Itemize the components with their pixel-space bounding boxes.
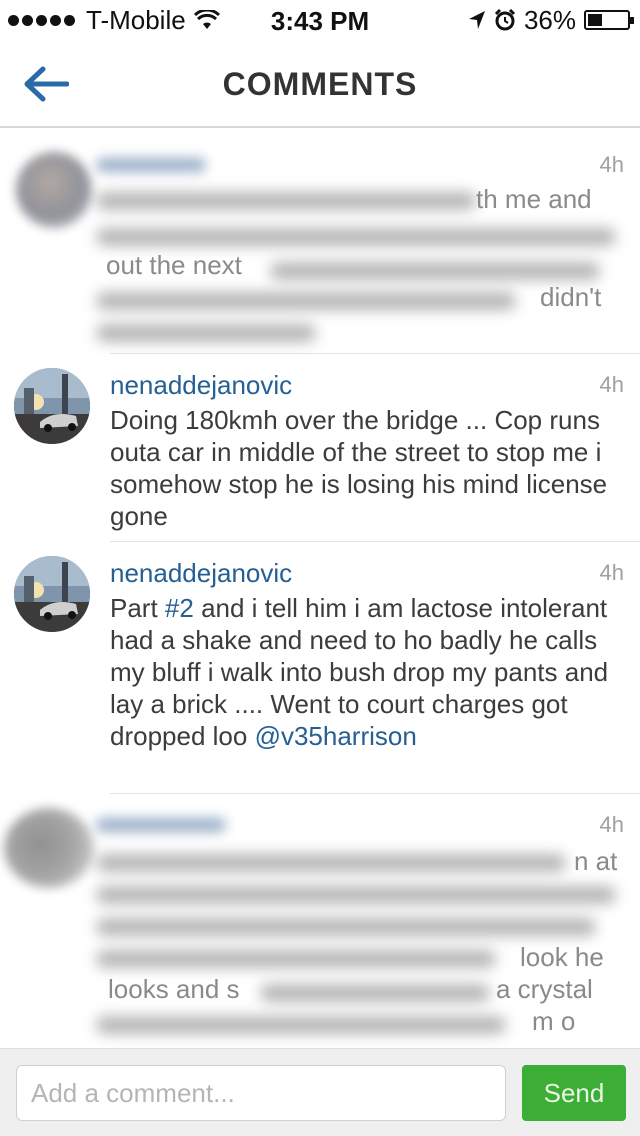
avatar[interactable] [4,808,94,888]
blurred-text-line [270,262,600,280]
battery-percent: 36% [523,4,576,35]
blurred-text-line [96,854,566,872]
comment-time: 4h [599,372,624,397]
mention-link[interactable]: @v35harrison [255,721,417,751]
send-button[interactable]: Send [522,1065,626,1121]
comment-time: 4h [599,812,624,837]
alarm-clock-icon [494,9,516,31]
blurred-text-line [96,324,316,342]
comment-username[interactable]: nenaddejanovic [110,558,292,589]
comment-text-fragment: didn't [540,282,602,312]
avatar-photo [14,368,90,444]
comment-text: Doing 180kmh over the bridge ... Cop run… [110,405,608,531]
battery-icon [584,10,634,30]
comment-input-bar: Send [0,1048,640,1136]
avatar[interactable] [14,368,90,444]
blurred-text-line [96,292,516,310]
comment-text: Part #2 and i tell him i am lactose into… [110,592,622,752]
status-bar: T-Mobile 3:43 PM 36% [0,0,640,40]
comment-text-fragment: n at [574,846,618,876]
comment-text-fragment: look he [520,942,604,972]
comment-text-fragment: looks and s [108,974,240,1004]
avatar[interactable] [14,556,90,632]
comment-item: nenaddejanovic 4h Part #2 and i tell him… [0,542,640,794]
username-blurred [96,818,226,832]
comment-time: 4h [599,560,624,585]
comment-item: 4h th me and out the next didn't [0,140,640,354]
avatar-photo [14,556,90,632]
page-title: COMMENTS [222,66,418,102]
comment-text-fragment: out the next [106,250,242,280]
blurred-text-line [96,228,616,246]
comment-item: nenaddejanovic 4h Doing 180kmh over the … [0,354,640,542]
username-blurred [96,158,206,172]
blurred-text-line [260,984,490,1002]
blurred-text-line [96,886,616,904]
comment-text-fragment: th me and [476,184,592,214]
blurred-text-line [96,918,596,936]
navigation-bar: COMMENTS [0,40,640,128]
avatar[interactable] [16,152,92,228]
comment-text-part: Part [110,593,165,623]
status-right: 36% [468,4,634,35]
comment-username[interactable]: nenaddejanovic [110,370,292,401]
comment-time: 4h [599,152,624,177]
blurred-text-line [96,1016,506,1034]
comment-item: 4h n at look he looks and s a crystal m … [0,794,640,1048]
comment-input[interactable] [16,1065,506,1121]
location-arrow-icon [468,11,485,29]
hashtag-link[interactable]: #2 [165,593,194,623]
comment-text-fragment: a crystal [496,974,593,1004]
blurred-text-line [96,192,476,210]
blurred-text-line [96,950,496,968]
comment-text-fragment: m o [532,1006,576,1036]
